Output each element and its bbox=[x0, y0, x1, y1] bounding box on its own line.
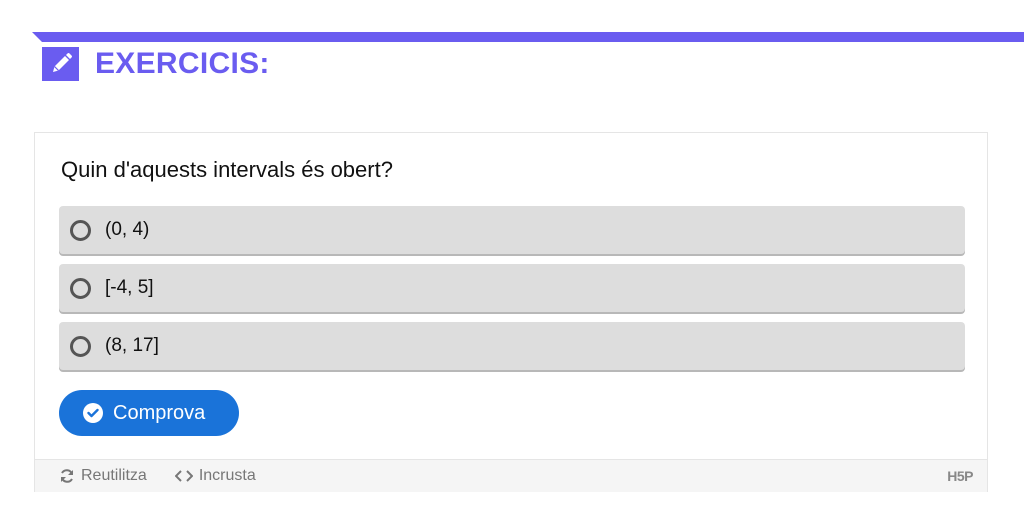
code-icon bbox=[174, 470, 193, 482]
embed-button[interactable]: Incrusta bbox=[174, 467, 256, 485]
radio-icon[interactable] bbox=[70, 335, 91, 357]
check-button[interactable]: Comprova bbox=[59, 390, 239, 436]
radio-icon[interactable] bbox=[70, 277, 91, 299]
answer-option-2[interactable]: [-4, 5] bbox=[59, 264, 965, 312]
answer-list: (0, 4) [-4, 5] (8, 17] bbox=[59, 206, 965, 380]
check-button-label: Comprova bbox=[113, 401, 206, 424]
answer-label: [-4, 5] bbox=[105, 277, 154, 298]
check-circle-icon bbox=[83, 403, 103, 423]
h5p-logo[interactable]: H5P bbox=[947, 468, 973, 484]
refresh-icon bbox=[59, 468, 75, 484]
pencil-icon bbox=[42, 47, 79, 81]
embed-label: Incrusta bbox=[198, 467, 256, 484]
h5p-footer: Reutilitza Incrusta H5P bbox=[35, 459, 987, 492]
question-text: Quin d'aquests intervals és obert? bbox=[61, 157, 393, 182]
section-header: EXERCICIS: bbox=[42, 46, 270, 82]
section-title: EXERCICIS: bbox=[95, 47, 270, 80]
answer-label: (8, 17] bbox=[105, 335, 159, 356]
h5p-question-container: Quin d'aquests intervals és obert? (0, 4… bbox=[34, 132, 988, 492]
radio-icon[interactable] bbox=[70, 219, 91, 241]
answer-label: (0, 4) bbox=[105, 219, 150, 240]
reuse-button[interactable]: Reutilitza bbox=[59, 467, 147, 485]
reuse-label: Reutilitza bbox=[81, 467, 147, 484]
header-accent-bar bbox=[32, 32, 1024, 42]
answer-option-3[interactable]: (8, 17] bbox=[59, 322, 965, 370]
answer-option-1[interactable]: (0, 4) bbox=[59, 206, 965, 254]
